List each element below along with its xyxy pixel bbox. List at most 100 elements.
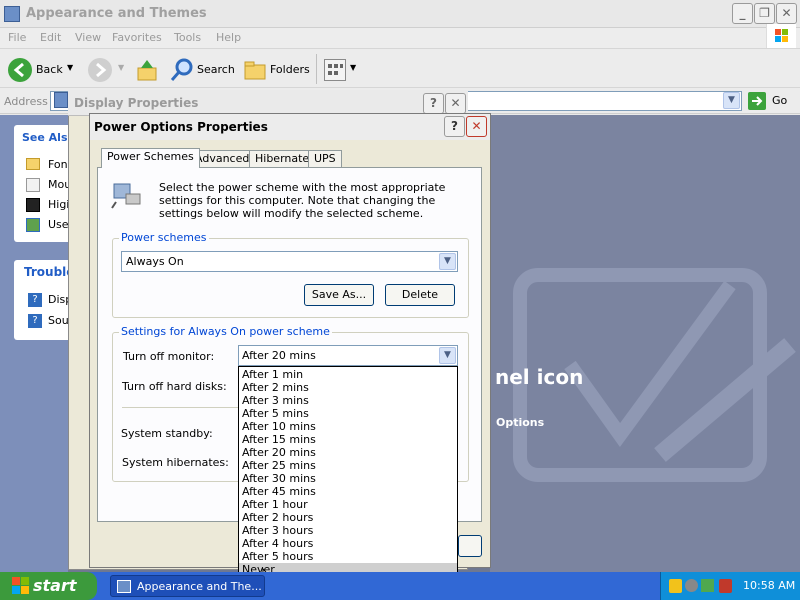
power-options-title-bar[interactable]: Power Options Properties ? ✕: [90, 114, 490, 140]
fonts-folder-icon: [26, 158, 40, 170]
turn-off-monitor-select[interactable]: After 20 mins ▼: [238, 345, 458, 366]
dropdown-option[interactable]: After 25 mins: [239, 459, 457, 472]
dropdown-option[interactable]: After 5 mins: [239, 407, 457, 420]
search-icon[interactable]: [170, 58, 194, 82]
go-button[interactable]: Go: [744, 91, 794, 111]
dropdown-option[interactable]: After 2 mins: [239, 381, 457, 394]
dropdown-option[interactable]: After 3 hours: [239, 524, 457, 537]
folders-button[interactable]: Folders: [270, 63, 310, 76]
chevron-down-icon[interactable]: ▼: [439, 253, 456, 270]
standard-toolbar: Back ▼ ▼ Search Folders ▼: [0, 48, 800, 88]
minimize-button[interactable]: _: [732, 3, 753, 24]
address-dropdown-icon[interactable]: ▼: [723, 92, 740, 109]
content-right-area: nel icon Options: [490, 115, 800, 572]
display-properties-icon: [54, 92, 68, 108]
taskbar-item-appearance[interactable]: Appearance and The...: [110, 575, 265, 597]
see-also-user-account[interactable]: Use: [48, 218, 69, 231]
troubleshooters-title: Trouble: [24, 265, 75, 279]
see-also-fonts[interactable]: Fon: [48, 158, 68, 171]
menu-help[interactable]: Help: [216, 31, 241, 44]
folder-window-icon: [4, 6, 20, 22]
dropdown-option[interactable]: After 2 hours: [239, 511, 457, 524]
system-tray: 10:58 AM: [660, 572, 800, 600]
security-alert-icon[interactable]: [719, 579, 732, 593]
turn-off-monitor-value: After 20 mins: [242, 349, 316, 362]
save-as-button[interactable]: Save As...: [304, 284, 374, 306]
back-dropdown-icon[interactable]: ▼: [67, 63, 73, 72]
search-button[interactable]: Search: [197, 63, 235, 76]
control-panel-icon-text: nel icon: [495, 365, 584, 389]
power-close-button[interactable]: ✕: [466, 116, 487, 137]
tab-power-schemes[interactable]: Power Schemes: [101, 148, 200, 168]
address-label: Address: [4, 95, 48, 108]
dropdown-option[interactable]: After 1 hour: [239, 498, 457, 511]
network-icon[interactable]: [701, 579, 714, 592]
window-title: Appearance and Themes: [26, 6, 207, 21]
dropdown-option[interactable]: After 45 mins: [239, 485, 457, 498]
clock[interactable]: 10:58 AM: [743, 579, 795, 592]
views-icon[interactable]: [324, 59, 346, 81]
close-button[interactable]: ✕: [776, 3, 797, 24]
turn-off-hard-disks-label: Turn off hard disks:: [122, 380, 227, 393]
menu-bar: File Edit View Favorites Tools Help: [0, 28, 800, 48]
settings-divider: [122, 407, 242, 408]
delete-button[interactable]: Delete: [385, 284, 455, 306]
dropdown-option[interactable]: After 20 mins: [239, 446, 457, 459]
menu-edit[interactable]: Edit: [40, 31, 61, 44]
display-close-button[interactable]: ✕: [445, 93, 466, 114]
menu-file[interactable]: File: [8, 31, 26, 44]
user-account-picture-icon: [26, 218, 40, 232]
tab-hibernate[interactable]: Hibernate: [249, 150, 316, 168]
power-scheme-value: Always On: [126, 255, 184, 268]
tab-ups[interactable]: UPS: [308, 150, 342, 168]
dropdown-option[interactable]: After 15 mins: [239, 433, 457, 446]
dropdown-option[interactable]: After 4 hours: [239, 537, 457, 550]
back-arrow-icon[interactable]: [8, 58, 32, 82]
start-label: start: [33, 576, 77, 595]
display-properties-title: Display Properties: [74, 96, 199, 110]
windows-logo-icon: [766, 24, 796, 48]
dropdown-option[interactable]: After 10 mins: [239, 420, 457, 433]
menu-view[interactable]: View: [75, 31, 101, 44]
see-also-high-contrast[interactable]: Higi: [48, 198, 69, 211]
power-scheme-select[interactable]: Always On ▼: [121, 251, 458, 272]
start-button[interactable]: start: [0, 572, 97, 600]
turn-off-monitor-label: Turn off monitor:: [123, 350, 215, 363]
help-icon: ?: [28, 293, 42, 307]
views-dropdown-icon[interactable]: ▼: [350, 63, 356, 72]
high-contrast-icon: [26, 198, 40, 212]
taskbar-item-label: Appearance and The...: [137, 580, 262, 593]
system-hibernates-label: System hibernates:: [122, 456, 229, 469]
explorer-title-bar[interactable]: Appearance and Themes _ ❐ ✕: [0, 0, 800, 28]
apply-button-partial[interactable]: [458, 535, 482, 557]
mouse-pointers-icon: [26, 178, 40, 192]
dropdown-option[interactable]: After 3 mins: [239, 394, 457, 407]
control-panel-watermark-icon: [513, 268, 796, 482]
forward-dropdown-icon[interactable]: ▼: [118, 63, 124, 72]
display-help-button[interactable]: ?: [423, 93, 444, 114]
dropdown-option[interactable]: After 30 mins: [239, 472, 457, 485]
power-description: Select the power scheme with the most ap…: [159, 181, 446, 220]
options-link[interactable]: Options: [496, 416, 544, 429]
up-folder-icon[interactable]: [136, 58, 158, 82]
menu-tools[interactable]: Tools: [174, 31, 201, 44]
back-button[interactable]: Back: [36, 63, 63, 76]
troubleshooters-box: Trouble ? Disp ? Sou: [14, 260, 74, 340]
see-also-title: See Als: [22, 131, 68, 144]
menu-favorites[interactable]: Favorites: [112, 31, 162, 44]
folders-icon[interactable]: [244, 60, 268, 80]
forward-arrow-icon[interactable]: [88, 58, 112, 82]
security-shield-icon[interactable]: [669, 579, 682, 593]
monitor-timeout-dropdown: After 1 min After 2 mins After 3 mins Af…: [238, 366, 458, 576]
restore-button[interactable]: ❐: [754, 3, 775, 24]
power-help-button[interactable]: ?: [444, 116, 465, 137]
tray-app-icon[interactable]: [685, 579, 698, 592]
chevron-down-icon[interactable]: ▼: [439, 347, 456, 364]
power-schemes-group: [112, 238, 469, 318]
power-options-title: Power Options Properties: [94, 120, 268, 134]
troubleshooter-sound[interactable]: Sou: [48, 314, 69, 327]
dropdown-option[interactable]: After 1 min: [239, 368, 457, 381]
system-standby-label: System standby:: [121, 427, 213, 440]
dropdown-option[interactable]: After 5 hours: [239, 550, 457, 563]
help-icon: ?: [28, 314, 42, 328]
